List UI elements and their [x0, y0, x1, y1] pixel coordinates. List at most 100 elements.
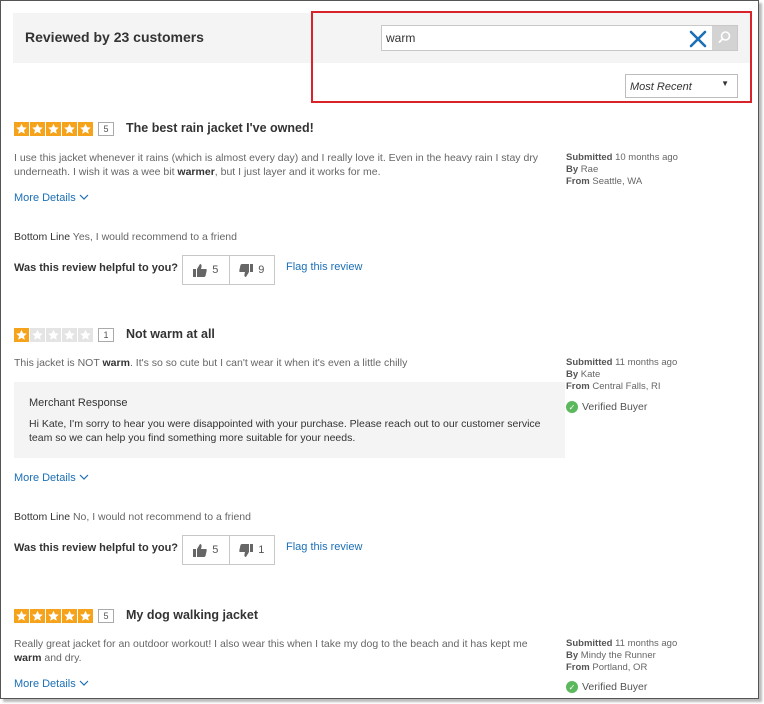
rating-number: 5	[98, 609, 114, 623]
helpful-no-count: 9	[258, 264, 265, 276]
submitted-date: 10 months ago	[615, 152, 678, 163]
review-text: Really great jacket for an outdoor worko…	[14, 638, 528, 650]
star-filled-icon	[46, 609, 61, 623]
review-text: This jacket is NOT	[14, 357, 103, 369]
thumbs-down-button[interactable]: 1	[228, 536, 275, 564]
search-match: warm	[14, 652, 42, 664]
thumbs-down-icon	[239, 543, 254, 557]
submitted-date: 11 months ago	[615, 638, 678, 649]
bottom-line: Bottom Line Yes, I would recommend to a …	[14, 231, 237, 243]
star-empty-icon	[30, 328, 45, 342]
thumbs-up-icon	[193, 543, 207, 557]
review-location: Portland, OR	[592, 662, 648, 673]
search-box	[381, 25, 738, 51]
star-filled-icon	[46, 122, 61, 136]
verified-buyer-badge: ✓ Verified Buyer	[566, 401, 647, 413]
helpful-vote-group: 5 9	[182, 255, 275, 285]
caret-down-icon: ▼	[721, 79, 729, 88]
submitted-label: Submitted	[566, 357, 613, 368]
review-text: . It's so so cute but I can't wear it wh…	[129, 357, 408, 369]
review-title: My dog walking jacket	[126, 608, 258, 622]
review-meta: Submitted 11 months ago By Mindy the Run…	[566, 638, 746, 674]
review-body: This jacket is NOT warm. It's so so cute…	[14, 356, 554, 370]
star-filled-icon	[78, 609, 93, 623]
helpful-yes-count: 5	[212, 544, 219, 556]
review-location: Central Falls, RI	[592, 381, 661, 392]
thumbs-down-icon	[239, 263, 254, 277]
helpful-question: Was this review helpful to you?	[14, 542, 179, 554]
by-label: By	[566, 369, 579, 380]
clear-search-button[interactable]	[687, 28, 709, 50]
search-button[interactable]	[712, 26, 737, 50]
chevron-down-icon	[79, 680, 89, 686]
merchant-response-title: Merchant Response	[29, 397, 128, 409]
helpful-vote-group: 5 1	[182, 535, 275, 565]
star-rating	[14, 122, 94, 136]
helpful-no-count: 1	[258, 544, 265, 556]
sort-dropdown[interactable]: Most Recent ▼	[625, 74, 738, 98]
submitted-label: Submitted	[566, 638, 613, 649]
star-rating	[14, 328, 94, 342]
by-label: By	[566, 164, 579, 175]
review-title: Not warm at all	[126, 327, 215, 341]
from-label: From	[566, 176, 590, 187]
review-title: The best rain jacket I've owned!	[126, 121, 314, 135]
more-details-link[interactable]: More Details	[14, 678, 89, 690]
verified-buyer-badge: ✓ Verified Buyer	[566, 681, 647, 693]
review-meta: Submitted 10 months ago By Rae From Seat…	[566, 152, 746, 188]
review-author: Kate	[580, 369, 601, 380]
star-empty-icon	[78, 328, 93, 342]
star-filled-icon	[14, 122, 29, 136]
flag-review-link[interactable]: Flag this review	[286, 261, 362, 273]
star-filled-icon	[14, 609, 29, 623]
thumbs-up-button[interactable]: 5	[183, 256, 229, 284]
bottom-line-label: Bottom Line	[14, 231, 71, 243]
rating-number: 5	[98, 122, 114, 136]
helpful-question: Was this review helpful to you?	[14, 262, 179, 274]
review-author: Rae	[580, 164, 599, 175]
thumbs-up-button[interactable]: 5	[183, 536, 229, 564]
chevron-down-icon	[79, 474, 89, 480]
verified-buyer-label: Verified Buyer	[582, 681, 648, 693]
from-label: From	[566, 381, 590, 392]
more-details-link[interactable]: More Details	[14, 472, 89, 484]
bottom-line-label: Bottom Line	[14, 511, 71, 523]
search-match: warmer	[177, 166, 215, 178]
helpful-yes-count: 5	[212, 264, 219, 276]
verified-buyer-label: Verified Buyer	[582, 401, 648, 413]
flag-review-link[interactable]: Flag this review	[286, 541, 362, 553]
star-filled-icon	[30, 122, 45, 136]
checkmark-icon: ✓	[566, 401, 578, 413]
bottom-line: Bottom Line No, I would not recommend to…	[14, 511, 251, 523]
star-empty-icon	[62, 328, 77, 342]
star-filled-icon	[14, 328, 29, 342]
rating-number: 1	[98, 328, 114, 342]
thumbs-down-button[interactable]: 9	[228, 256, 275, 284]
reviews-count-title: Reviewed by 23 customers	[25, 29, 204, 45]
merchant-response: Merchant Response Hi Kate, I'm sorry to …	[14, 382, 565, 458]
star-filled-icon	[30, 609, 45, 623]
search-input[interactable]	[386, 29, 676, 47]
star-filled-icon	[62, 122, 77, 136]
submitted-label: Submitted	[566, 152, 613, 163]
bottom-line-value: No, I would not recommend to a friend	[72, 511, 251, 523]
star-rating	[14, 609, 94, 623]
search-icon	[718, 31, 731, 43]
submitted-date: 11 months ago	[615, 357, 678, 368]
sort-selected-value: Most Recent	[630, 81, 692, 93]
review-body: I use this jacket whenever it rains (whi…	[14, 151, 554, 179]
star-empty-icon	[46, 328, 61, 342]
review-text: and dry.	[41, 652, 82, 664]
star-filled-icon	[62, 609, 77, 623]
from-label: From	[566, 662, 590, 673]
review-body: Really great jacket for an outdoor worko…	[14, 637, 554, 665]
by-label: By	[566, 650, 579, 661]
review-location: Seattle, WA	[592, 176, 643, 187]
review-text: , but I just layer and it works for me.	[214, 166, 381, 178]
star-filled-icon	[78, 122, 93, 136]
thumbs-up-icon	[193, 263, 207, 277]
more-details-link[interactable]: More Details	[14, 192, 89, 204]
chevron-down-icon	[79, 194, 89, 200]
merchant-response-text: Hi Kate, I'm sorry to hear you were disa…	[29, 418, 541, 444]
review-meta: Submitted 11 months ago By Kate From Cen…	[566, 357, 746, 393]
